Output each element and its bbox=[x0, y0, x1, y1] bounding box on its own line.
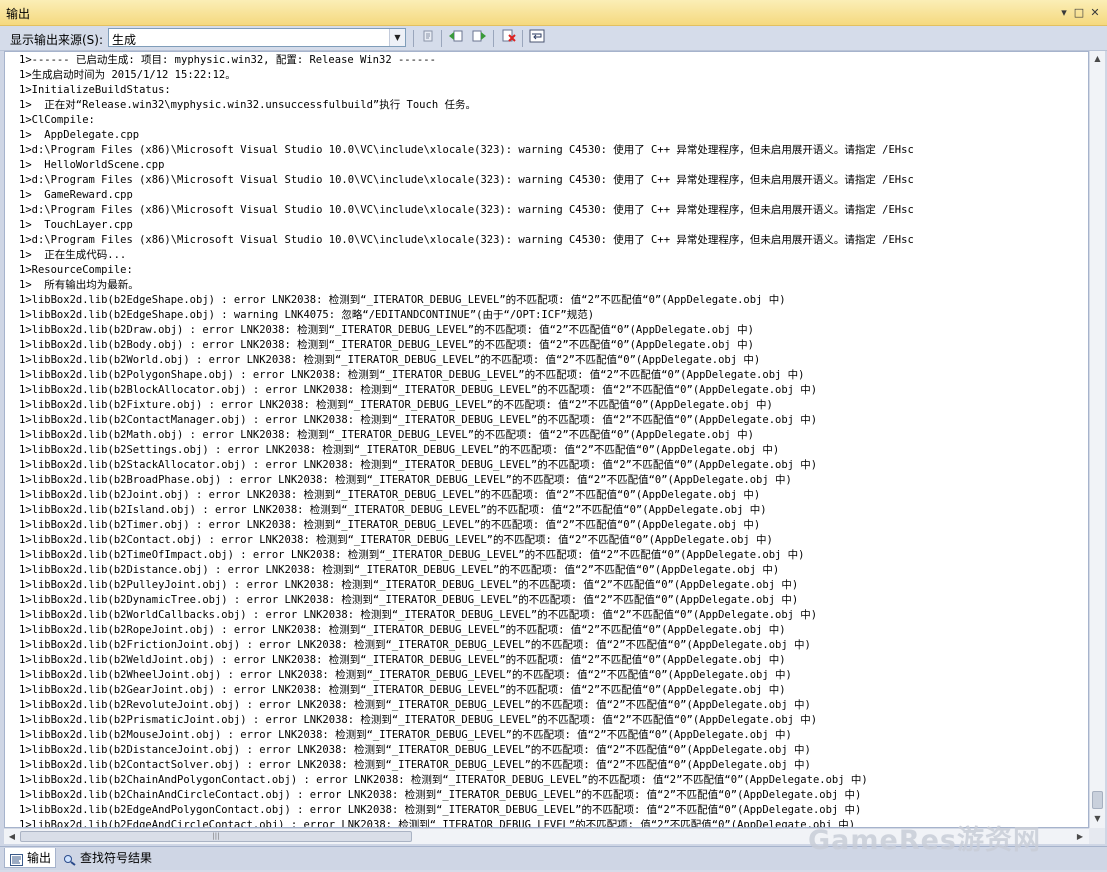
output-line: 1>libBox2d.lib(b2ContactSolver.obj) : er… bbox=[19, 759, 811, 771]
output-line: 1>d:\Program Files (x86)\Microsoft Visua… bbox=[19, 204, 914, 216]
source-label: 显示输出来源(S): bbox=[10, 33, 104, 47]
pin-dropdown-icon[interactable]: ▾ bbox=[1057, 6, 1071, 20]
toolbar-separator bbox=[441, 30, 442, 47]
output-line: 1>libBox2d.lib(b2GearJoint.obj) : error … bbox=[19, 684, 786, 696]
output-line: 1>libBox2d.lib(b2DistanceJoint.obj) : er… bbox=[19, 744, 811, 756]
title-bar: 输出 ▾ □ ✕ bbox=[0, 0, 1107, 26]
output-line: 1>d:\Program Files (x86)\Microsoft Visua… bbox=[19, 174, 914, 186]
output-line: 1>libBox2d.lib(b2Joint.obj) : error LNK2… bbox=[19, 489, 761, 501]
output-line: 1>ResourceCompile: bbox=[19, 264, 133, 276]
output-line: 1>InitializeBuildStatus: bbox=[19, 84, 171, 96]
next-message-icon[interactable] bbox=[469, 29, 489, 48]
scroll-down-icon[interactable]: ▼ bbox=[1090, 811, 1105, 827]
output-line: 1>libBox2d.lib(b2Fixture.obj) : error LN… bbox=[19, 399, 773, 411]
toolbar-separator bbox=[522, 30, 523, 47]
output-line: 1> AppDelegate.cpp bbox=[19, 129, 140, 141]
output-line: 1>libBox2d.lib(b2WorldCallbacks.obj) : e… bbox=[19, 609, 818, 621]
output-line: 1>libBox2d.lib(b2Settings.obj) : error L… bbox=[19, 444, 780, 456]
toolbar-separator bbox=[413, 30, 414, 47]
output-line: 1>libBox2d.lib(b2Distance.obj) : error L… bbox=[19, 564, 780, 576]
output-line: 1>libBox2d.lib(b2EdgeAndPolygonContact.o… bbox=[19, 804, 862, 816]
output-line: 1>libBox2d.lib(b2ContactManager.obj) : e… bbox=[19, 414, 818, 426]
scroll-left-icon[interactable]: ◀ bbox=[4, 829, 20, 844]
output-line: 1>libBox2d.lib(b2FrictionJoint.obj) : er… bbox=[19, 639, 811, 651]
output-line: 1>d:\Program Files (x86)\Microsoft Visua… bbox=[19, 234, 914, 246]
toolbar-separator bbox=[493, 30, 494, 47]
output-line: 1>libBox2d.lib(b2WeldJoint.obj) : error … bbox=[19, 654, 786, 666]
source-select-value: 生成 bbox=[112, 33, 137, 47]
output-line: 1>libBox2d.lib(b2BlockAllocator.obj) : e… bbox=[19, 384, 818, 396]
output-text-area[interactable]: 1>------ 已启动生成: 项目: myphysic.win32, 配置: … bbox=[4, 51, 1089, 828]
output-line: 1> GameReward.cpp bbox=[19, 189, 133, 201]
close-icon[interactable]: ✕ bbox=[1088, 6, 1102, 20]
horizontal-scroll-thumb[interactable]: ||| bbox=[20, 831, 412, 842]
vertical-scrollbar[interactable]: ▲ ▼ bbox=[1089, 51, 1105, 828]
output-line: 1>libBox2d.lib(b2Math.obj) : error LNK20… bbox=[19, 429, 754, 441]
output-line: 1>libBox2d.lib(b2Island.obj) : error LNK… bbox=[19, 504, 767, 516]
output-line: 1> HelloWorldScene.cpp bbox=[19, 159, 165, 171]
output-line: 1> TouchLayer.cpp bbox=[19, 219, 133, 231]
output-line: 1>libBox2d.lib(b2Draw.obj) : error LNK20… bbox=[19, 324, 754, 336]
output-window: 输出 ▾ □ ✕ 显示输出来源(S): 生成 ▼ 1>------ 已启动生成:… bbox=[0, 0, 1107, 870]
output-line: 1>libBox2d.lib(b2PulleyJoint.obj) : erro… bbox=[19, 579, 799, 591]
output-line: 1>libBox2d.lib(b2Body.obj) : error LNK20… bbox=[19, 339, 754, 351]
tab-output[interactable]: 输出 bbox=[4, 848, 56, 868]
output-line: 1>libBox2d.lib(b2TimeOfImpact.obj) : err… bbox=[19, 549, 805, 561]
chevron-down-icon[interactable]: ▼ bbox=[389, 29, 405, 46]
restore-icon[interactable]: □ bbox=[1072, 6, 1086, 20]
output-line: 1>libBox2d.lib(b2RopeJoint.obj) : error … bbox=[19, 624, 786, 636]
output-line: 1>libBox2d.lib(b2MouseJoint.obj) : error… bbox=[19, 729, 792, 741]
output-line: 1>libBox2d.lib(b2ChainAndPolygonContact.… bbox=[19, 774, 868, 786]
output-line: 1>libBox2d.lib(b2PrismaticJoint.obj) : e… bbox=[19, 714, 818, 726]
scroll-up-icon[interactable]: ▲ bbox=[1090, 51, 1105, 67]
output-line: 1>libBox2d.lib(b2PolygonShape.obj) : err… bbox=[19, 369, 805, 381]
find-symbol-icon bbox=[63, 852, 76, 866]
output-line: 1>libBox2d.lib(b2EdgeShape.obj) : error … bbox=[19, 294, 786, 306]
scroll-right-icon[interactable]: ▶ bbox=[1072, 829, 1088, 844]
output-line: 1>libBox2d.lib(b2World.obj) : error LNK2… bbox=[19, 354, 761, 366]
output-line: 1>libBox2d.lib(b2StackAllocator.obj) : e… bbox=[19, 459, 818, 471]
goto-line-icon[interactable] bbox=[418, 29, 438, 48]
vertical-scroll-thumb[interactable] bbox=[1092, 791, 1103, 809]
scrollbar-corner bbox=[1089, 828, 1105, 844]
source-select[interactable]: 生成 ▼ bbox=[108, 28, 406, 47]
output-line: 1>libBox2d.lib(b2BroadPhase.obj) : error… bbox=[19, 474, 792, 486]
output-line: 1>libBox2d.lib(b2DynamicTree.obj) : erro… bbox=[19, 594, 799, 606]
tab-output-label: 输出 bbox=[27, 851, 52, 865]
output-line: 1>libBox2d.lib(b2Timer.obj) : error LNK2… bbox=[19, 519, 761, 531]
output-icon bbox=[10, 852, 23, 866]
output-line: 1>libBox2d.lib(b2ChainAndCircleContact.o… bbox=[19, 789, 862, 801]
clear-all-icon[interactable] bbox=[499, 29, 519, 48]
output-line: 1>d:\Program Files (x86)\Microsoft Visua… bbox=[19, 144, 914, 156]
output-toolbar: 显示输出来源(S): 生成 ▼ bbox=[0, 26, 1107, 51]
tab-find-symbol-results[interactable]: 查找符号结果 bbox=[58, 848, 168, 868]
output-lines: 1>------ 已启动生成: 项目: myphysic.win32, 配置: … bbox=[19, 53, 1088, 827]
output-line: 1>生成启动时间为 2015/1/12 15:22:12。 bbox=[19, 69, 236, 81]
window-title: 输出 bbox=[6, 7, 31, 21]
watermark-logo: GameRes游资网 bbox=[808, 825, 1042, 856]
output-line: 1> 正在生成代码... bbox=[19, 249, 127, 261]
output-line: 1>ClCompile: bbox=[19, 114, 95, 126]
output-line: 1>libBox2d.lib(b2WheelJoint.obj) : error… bbox=[19, 669, 792, 681]
output-line: 1>libBox2d.lib(b2EdgeShape.obj) : warnin… bbox=[19, 309, 595, 321]
tab-find-symbol-results-label: 查找符号结果 bbox=[80, 851, 153, 865]
output-line: 1>libBox2d.lib(b2Contact.obj) : error LN… bbox=[19, 534, 773, 546]
output-line: 1> 所有输出均为最新。 bbox=[19, 279, 139, 291]
output-line: 1>libBox2d.lib(b2RevoluteJoint.obj) : er… bbox=[19, 699, 811, 711]
word-wrap-icon[interactable] bbox=[527, 29, 547, 48]
output-line: 1>------ 已启动生成: 项目: myphysic.win32, 配置: … bbox=[19, 54, 436, 66]
previous-message-icon[interactable] bbox=[446, 29, 466, 48]
output-line: 1> 正在对“Release.win32\myphysic.win32.unsu… bbox=[19, 99, 476, 111]
